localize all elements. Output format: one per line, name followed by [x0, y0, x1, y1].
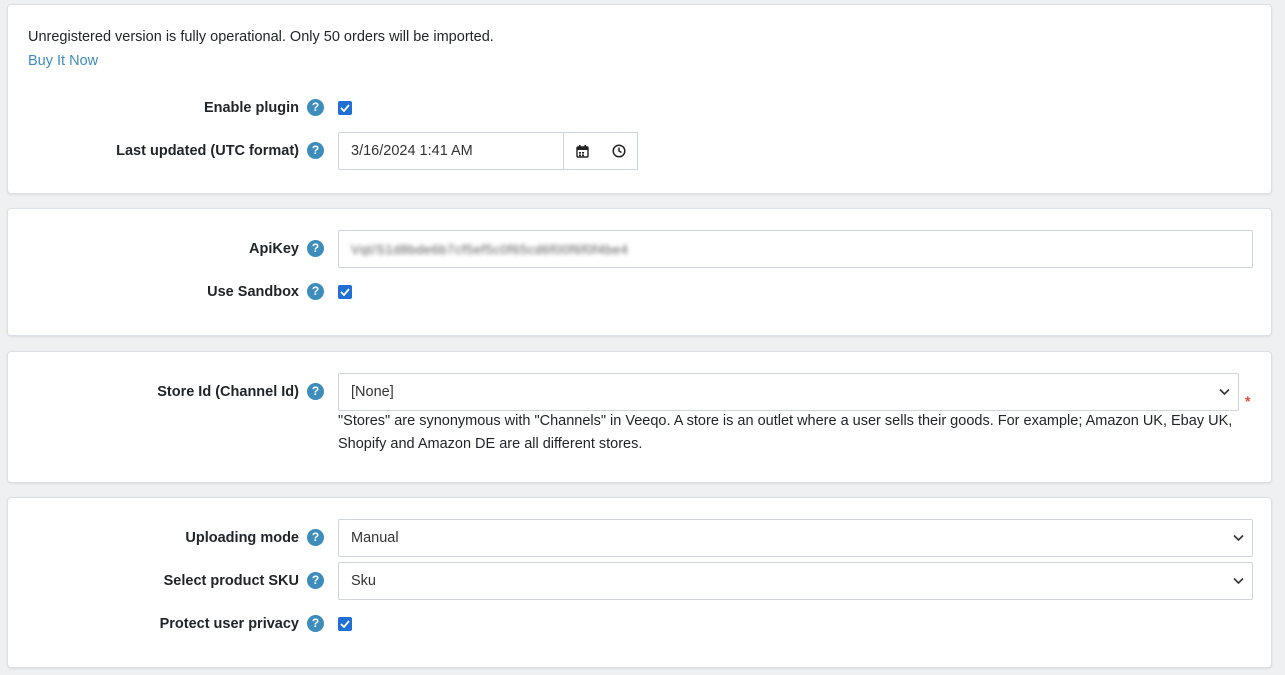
enable-plugin-row: Enable plugin ? [8, 89, 1271, 127]
chevron-down-icon [1219, 388, 1230, 396]
buy-it-now-link[interactable]: Buy It Now [28, 53, 98, 69]
api-key-row: ApiKey ? Vqt/S1d8bde6b7cf5ef5c0f65cd6f00… [8, 230, 1271, 268]
question-circle-icon[interactable]: ? [307, 529, 324, 546]
product-sku-value: Sku [351, 573, 376, 589]
use-sandbox-label: Use Sandbox [207, 284, 299, 300]
use-sandbox-checkbox[interactable] [338, 285, 352, 299]
chevron-down-icon [1233, 534, 1244, 542]
use-sandbox-row: Use Sandbox ? [8, 273, 1271, 311]
question-circle-icon[interactable]: ? [307, 240, 324, 257]
store-id-label: Store Id (Channel Id) [157, 384, 299, 400]
uploading-mode-label: Uploading mode [185, 530, 299, 546]
upload-settings-card: Uploading mode ? Manual Select product S… [7, 497, 1272, 668]
calendar-icon [575, 144, 589, 158]
api-key-value: Vqt/S1d8bde6b7cf5ef5c0f65cd6f00f6f0f4be4 [351, 241, 629, 257]
chevron-down-icon [1233, 577, 1244, 585]
store-id-value: [None] [351, 384, 394, 400]
api-key-input[interactable]: Vqt/S1d8bde6b7cf5ef5c0f65cd6f00f6f0f4be4 [338, 230, 1253, 268]
uploading-mode-select[interactable]: Manual [338, 519, 1253, 557]
checkmark-icon [340, 288, 350, 296]
protect-privacy-checkbox[interactable] [338, 617, 352, 631]
last-updated-input[interactable]: 3/16/2024 1:41 AM [338, 132, 564, 170]
product-sku-label: Select product SKU [163, 573, 299, 589]
uploading-mode-row: Uploading mode ? Manual [8, 519, 1271, 557]
last-updated-value: 3/16/2024 1:41 AM [351, 143, 473, 159]
protect-privacy-row: Protect user privacy ? [8, 605, 1271, 643]
required-indicator: * [1245, 393, 1251, 409]
checkmark-icon [340, 620, 350, 628]
uploading-mode-value: Manual [351, 530, 399, 546]
last-updated-label: Last updated (UTC format) [116, 143, 299, 159]
question-circle-icon[interactable]: ? [307, 283, 324, 300]
store-id-hint: "Stores" are synonymous with "Channels" … [338, 413, 1233, 452]
last-updated-row: Last updated (UTC format) ? 3/16/2024 1:… [8, 132, 1271, 170]
checkmark-icon [340, 104, 350, 112]
question-circle-icon[interactable]: ? [307, 99, 324, 116]
product-sku-row: Select product SKU ? Sku [8, 562, 1271, 600]
question-circle-icon[interactable]: ? [307, 142, 324, 159]
clock-button[interactable] [600, 132, 638, 170]
license-notice: Unregistered version is fully operationa… [28, 29, 494, 45]
store-settings-card: Store Id (Channel Id) ? [None] * "Stores… [7, 351, 1272, 483]
general-settings-card: Unregistered version is fully operationa… [7, 4, 1272, 194]
enable-plugin-checkbox[interactable] [338, 101, 352, 115]
protect-privacy-label: Protect user privacy [159, 616, 299, 632]
question-circle-icon[interactable]: ? [307, 615, 324, 632]
calendar-button[interactable] [563, 132, 600, 170]
api-settings-card: ApiKey ? Vqt/S1d8bde6b7cf5ef5c0f65cd6f00… [7, 208, 1272, 336]
api-key-label: ApiKey [249, 241, 299, 257]
product-sku-select[interactable]: Sku [338, 562, 1253, 600]
clock-icon [611, 144, 626, 158]
question-circle-icon[interactable]: ? [307, 383, 324, 400]
store-id-select[interactable]: [None] [338, 373, 1239, 411]
enable-plugin-label: Enable plugin [203, 100, 299, 116]
question-circle-icon[interactable]: ? [307, 572, 324, 589]
store-id-row: Store Id (Channel Id) ? [None] * [8, 373, 1271, 411]
